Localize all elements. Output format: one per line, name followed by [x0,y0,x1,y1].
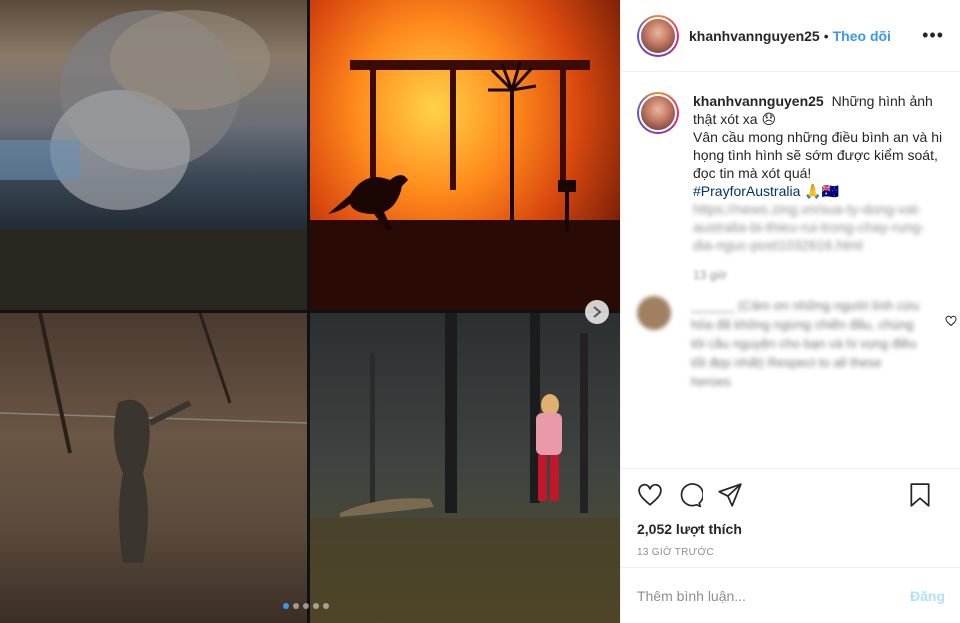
caption-username[interactable]: khanhvannguyen25 [693,93,824,109]
carousel-dot [323,603,329,609]
caption-line2: Vân cầu mong những điều bình an và hi họ… [693,129,943,181]
actions-area: 2,052 lượt thích 13 GIỜ TRƯỚC [621,468,960,558]
post-comment-button[interactable]: Đăng [910,588,945,604]
photo-girl-burnt-forest [310,313,620,623]
action-bar [637,479,945,511]
caption-avatar[interactable] [637,92,679,134]
separator: • [823,27,829,44]
save-button[interactable] [909,482,931,508]
carousel-dot [313,603,319,609]
hashtag-link[interactable]: #PrayforAustralia [693,183,800,199]
post-header: khanhvannguyen25 • Theo dõi ••• [621,0,960,72]
caption: khanhvannguyen25 Những hình ảnh thật xót… [637,92,945,284]
carousel-dots [283,603,329,609]
avatar[interactable] [637,14,679,57]
bookmark-icon [910,483,930,507]
carousel-dot [293,603,299,609]
share-button[interactable] [717,482,743,508]
carousel-dot [283,603,289,609]
chevron-right-icon [593,306,602,318]
more-options-icon[interactable]: ••• [922,25,944,46]
photo-smoke-plume [0,0,307,310]
caption-link[interactable]: https://news.zing.vn/sua-ty-dong-vat-aus… [693,201,925,253]
heart-icon [638,483,662,506]
heart-icon [945,315,957,327]
photo-burnt-kangaroo-fence [0,313,307,623]
post-media[interactable] [0,0,620,623]
caption-emoji: 🙏🇦🇺 [804,183,840,199]
commenter-avatar[interactable] [637,296,671,330]
carousel-dot [303,603,309,609]
paper-plane-icon [718,483,742,507]
next-arrow-button[interactable] [585,300,609,324]
post-timestamp[interactable]: 13 GIỜ TRƯỚC [637,547,945,558]
caption-time: 13 giờ [693,268,727,282]
comment-form: Đăng [621,567,960,623]
follow-button[interactable]: Theo dõi [833,28,891,44]
caption-text: khanhvannguyen25 Những hình ảnh thật xót… [693,92,945,284]
like-count[interactable]: 2,052 lượt thích [637,521,945,537]
post-sidebar: khanhvannguyen25 • Theo dõi ••• khanhvan… [620,0,960,623]
comments-section[interactable]: khanhvannguyen25 Những hình ảnh thật xót… [621,72,960,468]
comment-like-button[interactable] [945,314,957,332]
comment-button[interactable] [677,482,703,508]
comment-bubble-icon [680,483,703,508]
comment-input[interactable] [637,587,910,604]
comment-text: ______ (Cảm ơn những người lính cứu hỏa … [691,298,920,389]
like-button[interactable] [637,482,663,508]
photo-burning-house-kangaroo [310,0,620,310]
comment-item: ______ (Cảm ơn những người lính cứu hỏa … [637,296,945,391]
header-username[interactable]: khanhvannguyen25 [689,28,820,44]
